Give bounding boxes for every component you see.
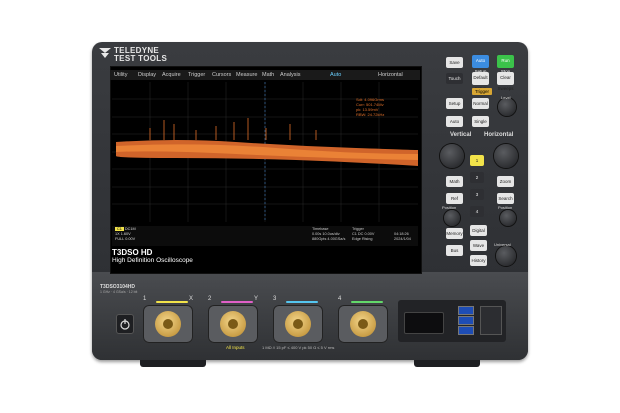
- timebase-delay: 0.00s: [312, 232, 322, 236]
- math-button[interactable]: Math: [446, 176, 463, 187]
- horizontal-position-knob[interactable]: [500, 210, 516, 226]
- touch-button[interactable]: Touch: [446, 73, 463, 84]
- clear-sweeps-button[interactable]: Clear Sweeps: [497, 72, 514, 91]
- brand-label: TELEDYNE TEST TOOLS: [114, 47, 167, 63]
- horizontal-scale-knob[interactable]: [494, 144, 518, 168]
- channel-2-button[interactable]: 2: [470, 172, 484, 183]
- universal-label: Universal: [494, 242, 511, 247]
- vertical-label: Vertical: [450, 132, 472, 138]
- ch3-number: 3: [273, 296, 277, 302]
- readout-4: RBW: 24.72kHz: [356, 112, 385, 117]
- trigger-source: C1 DC: [352, 232, 364, 236]
- ch2-input-connector[interactable]: [208, 305, 258, 343]
- trigger-level-label: Level: [501, 95, 511, 100]
- timebase-rate: 4.00GSa/s: [327, 237, 346, 241]
- timebase-points: 880Gpts: [312, 237, 327, 241]
- memory-button[interactable]: Memory: [446, 228, 463, 239]
- menu-cursors[interactable]: Cursors: [212, 72, 231, 78]
- clock: 04:18:26 2024/1/04: [394, 232, 411, 242]
- ch-scale: 1.60V: [120, 232, 131, 236]
- ch2-suffix: Y: [254, 296, 259, 302]
- menu-measure[interactable]: Measure: [236, 72, 257, 78]
- ch4-input-connector[interactable]: [338, 305, 388, 343]
- usb-port-2[interactable]: [458, 316, 474, 325]
- screen-title-block: T3DSO HD High Definition Oscilloscope: [112, 248, 193, 264]
- model-sublabel: 1 GHz · 4 GSa/s · 12 bit: [100, 290, 138, 294]
- ch3-input-connector[interactable]: [273, 305, 323, 343]
- usb-port-1[interactable]: [458, 306, 474, 315]
- trigger-auto-button[interactable]: Auto: [446, 116, 463, 127]
- ch2-color-strip: [221, 301, 253, 303]
- trigger-type: Edge: [352, 237, 361, 241]
- ch1-number: 1: [143, 296, 147, 302]
- screen-subtitle: High Definition Oscilloscope: [112, 257, 193, 264]
- ch1-suffix: X: [189, 296, 194, 302]
- trigger-setup-button[interactable]: Setup: [446, 98, 463, 109]
- ch-bw: FULL: [115, 237, 125, 241]
- timebase-info[interactable]: Timebase 0.00s 10.0us/div 880Gpts 4.00GS…: [312, 227, 348, 242]
- ch3-color-strip: [286, 301, 318, 303]
- trigger-single-button[interactable]: Single: [472, 116, 489, 127]
- digital-probe-port[interactable]: [404, 312, 444, 334]
- channel-4-button[interactable]: 4: [470, 206, 484, 217]
- trigger-normal-button[interactable]: Normal: [472, 98, 489, 109]
- horizontal-label: Horizontal: [484, 132, 514, 138]
- clock-date: 2024/1/04: [394, 237, 411, 241]
- horizontal-menu[interactable]: Horizontal: [378, 72, 403, 78]
- all-inputs-label: All Inputs: [226, 345, 245, 350]
- input-rating-note: 1 MΩ // 15 pF ≤ 400 V pk 50 Ω ≤ 5 V rms: [262, 345, 335, 350]
- ch1-color-strip: [156, 301, 188, 303]
- wave-gen-button[interactable]: Wave Gen: [470, 240, 487, 259]
- timebase-scale: 10.0us/div: [322, 232, 340, 236]
- trigger-section-label: Trigger: [472, 88, 492, 95]
- save-button[interactable]: Save: [446, 57, 463, 68]
- ref-button[interactable]: Ref: [446, 193, 463, 204]
- ch1-input-connector[interactable]: [143, 305, 193, 343]
- ch-tag: C1: [115, 227, 124, 231]
- history-button[interactable]: History: [470, 255, 487, 266]
- channel-3-button[interactable]: 3: [470, 189, 484, 200]
- search-button[interactable]: Search: [497, 193, 514, 204]
- trigger-slope: Rising: [361, 237, 373, 241]
- horizontal-position-label: Position: [498, 205, 513, 210]
- power-icon: [120, 319, 130, 330]
- menu-bar: Utility Display Acquire Trigger Cursors …: [110, 70, 420, 80]
- usb-legend-panel: [480, 306, 502, 335]
- menu-analysis[interactable]: Analysis: [280, 72, 300, 78]
- menu-math[interactable]: Math: [262, 72, 274, 78]
- auto-label: Auto: [330, 72, 342, 78]
- trigger-info[interactable]: Trigger C1 DC 0.00V Edge Rising: [352, 227, 388, 242]
- menu-acquire[interactable]: Acquire: [162, 72, 181, 78]
- vertical-position-label: Position: [442, 205, 457, 210]
- default-setup-button[interactable]: Default Setup: [472, 72, 489, 91]
- trigger-level: 0.00V: [364, 232, 375, 236]
- ch-coupling: DC1M: [124, 227, 136, 231]
- menu-display[interactable]: Display: [138, 72, 156, 78]
- menu-utility[interactable]: Utility: [114, 72, 127, 78]
- bus-button[interactable]: Bus: [446, 245, 463, 256]
- ch4-color-strip: [351, 301, 383, 303]
- trigger-level-knob[interactable]: [498, 98, 516, 116]
- vertical-position-knob[interactable]: [444, 210, 460, 226]
- channel-1-button[interactable]: 1: [470, 155, 484, 166]
- run-stop-button[interactable]: Run Stop: [497, 55, 514, 74]
- usb-port-3[interactable]: [458, 326, 474, 335]
- channel-info[interactable]: C1 DC1M 1X 1.60V FULL 0.00V: [115, 227, 175, 242]
- digital-button[interactable]: Digital: [470, 225, 487, 236]
- ch4-number: 4: [338, 296, 342, 302]
- universal-knob[interactable]: [496, 246, 516, 266]
- auto-setup-button[interactable]: Auto Setup: [472, 55, 489, 74]
- ch2-number: 2: [208, 296, 212, 302]
- measure-readouts: Sdt: 4.096Grms Curr: 501.74Mv pk: 13.59m…: [356, 97, 384, 117]
- power-button[interactable]: [116, 314, 134, 334]
- ch-offset: 0.00V: [125, 237, 136, 241]
- screen-title: T3DSO HD: [112, 248, 153, 257]
- teledyne-logo-icon: [99, 48, 111, 58]
- ch-probe: 1X: [115, 232, 120, 236]
- vertical-scale-knob[interactable]: [440, 144, 464, 168]
- menu-trigger[interactable]: Trigger: [188, 72, 205, 78]
- brand-line2: TEST TOOLS: [114, 54, 168, 63]
- zoom-button[interactable]: Zoom: [497, 176, 514, 187]
